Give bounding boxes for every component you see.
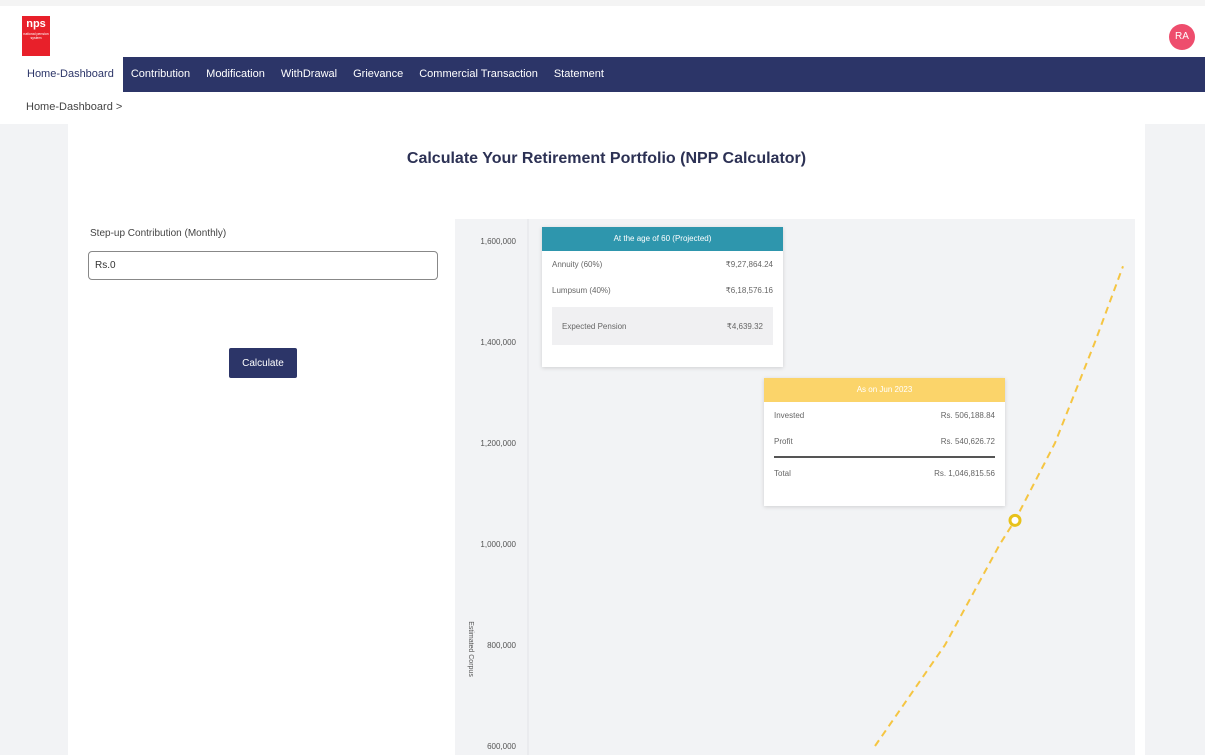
y-tick-label: 1,600,000 [480,237,516,246]
right-rail [1145,124,1205,755]
y-axis-label: Estimated Corpus [467,621,474,677]
logo-text: nps [26,18,46,30]
pension-label: Expected Pension [562,321,627,331]
corpus-series-line [874,265,1124,747]
y-tick-label: 1,000,000 [480,540,516,549]
avatar[interactable]: RA [1169,24,1195,50]
nav-modification[interactable]: Modification [198,57,273,92]
profit-value: Rs. 540,626.72 [940,436,995,446]
lumpsum-value: ₹6,18,576.16 [725,285,773,295]
nav-home-dashboard[interactable]: Home-Dashboard [18,57,123,92]
breadcrumb[interactable]: Home-Dashboard > [26,101,122,113]
nav-commercial-transaction[interactable]: Commercial Transaction [411,57,546,92]
pension-value: ₹4,639.32 [726,321,763,331]
invested-row: Invested Rs. 506,188.84 [764,402,1005,428]
step-up-label: Step-up Contribution (Monthly) [90,228,227,239]
top-bar: nps national pension system RA [0,0,1205,57]
total-value: Rs. 1,046,815.56 [934,468,995,478]
left-rail [0,124,68,755]
lumpsum-label: Lumpsum (40%) [552,285,611,295]
current-card: As on Jun 2023 Invested Rs. 506,188.84 P… [764,378,1005,506]
y-tick-label: 1,400,000 [480,338,516,347]
y-tick-label: 600,000 [487,742,516,751]
total-label: Total [774,468,791,478]
total-row: Total Rs. 1,046,815.56 [764,460,1005,486]
y-tick-label: 800,000 [487,641,516,650]
nav-contribution[interactable]: Contribution [123,57,198,92]
page-title: Calculate Your Retirement Portfolio (NPP… [406,150,807,167]
profit-label: Profit [774,436,793,446]
y-tick-label: 1,200,000 [480,439,516,448]
nav-withdrawal[interactable]: WithDrawal [273,57,345,92]
invested-label: Invested [774,410,805,420]
nav-grievance[interactable]: Grievance [345,57,411,92]
annuity-row: Annuity (60%) ₹9,27,864.24 [542,251,783,277]
calculate-button[interactable]: Calculate [229,348,297,378]
annuity-value: ₹9,27,864.24 [725,259,773,269]
projected-card: At the age of 60 (Projected) Annuity (60… [542,227,783,367]
step-up-input[interactable] [88,251,438,280]
pension-row: Expected Pension ₹4,639.32 [552,307,773,345]
projected-card-title: At the age of 60 (Projected) [542,227,783,251]
logo-subtext: national pension system [23,32,49,40]
invested-value: Rs. 506,188.84 [940,410,995,420]
nav-statement[interactable]: Statement [546,57,612,92]
current-card-title: As on Jun 2023 [764,378,1005,402]
current-value-marker[interactable] [1008,513,1022,527]
lumpsum-row: Lumpsum (40%) ₹6,18,576.16 [542,277,783,303]
total-divider [774,456,995,458]
main-nav: Home-Dashboard Contribution Modification… [18,57,1205,92]
annuity-label: Annuity (60%) [552,259,603,269]
profit-row: Profit Rs. 540,626.72 [764,428,1005,454]
nps-logo[interactable]: nps national pension system [22,16,50,56]
